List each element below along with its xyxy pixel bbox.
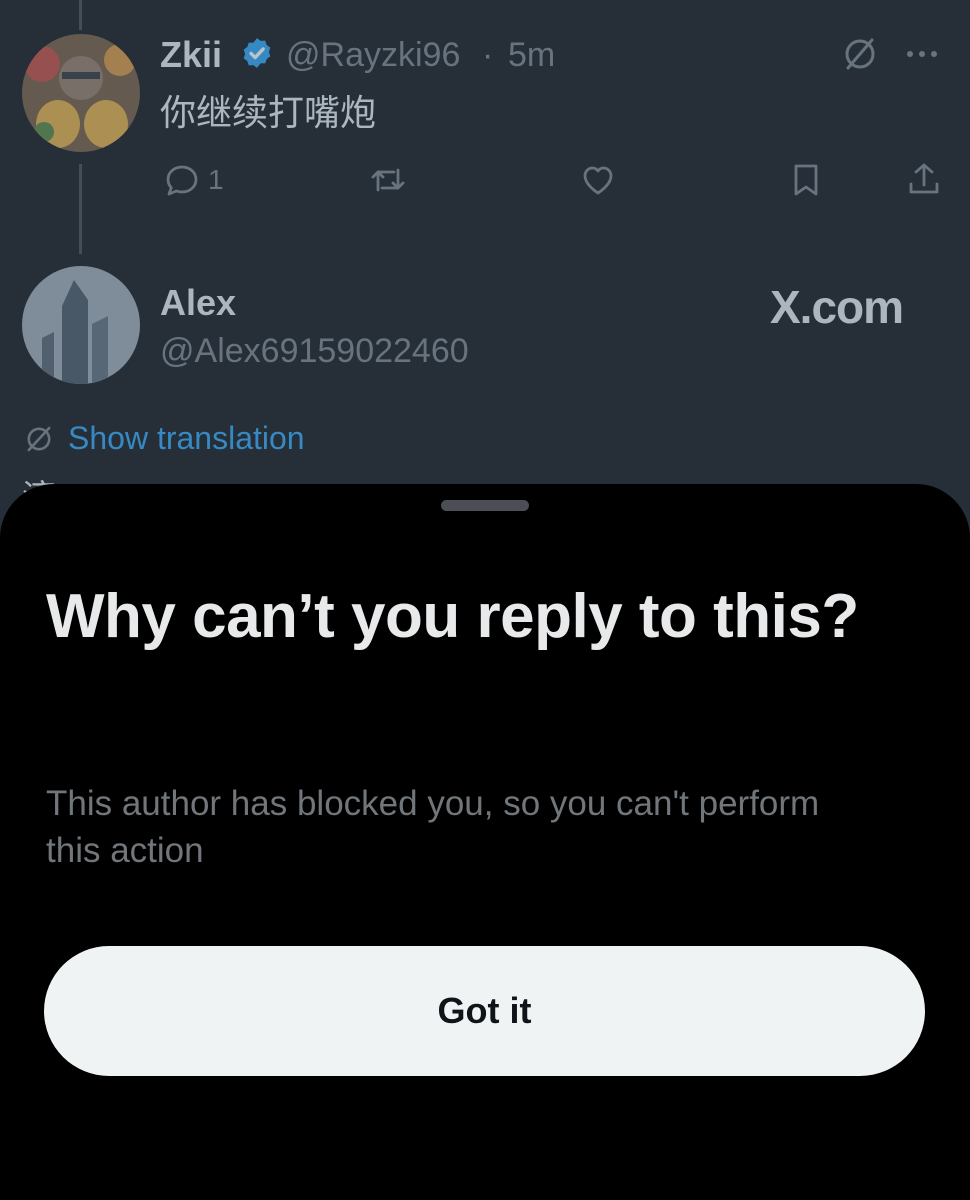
- bottom-sheet: Why can’t you reply to this? This author…: [0, 484, 970, 1200]
- sheet-grabber[interactable]: [441, 500, 529, 511]
- got-it-button[interactable]: Got it: [44, 946, 925, 1076]
- sheet-title: Why can’t you reply to this?: [46, 582, 859, 651]
- sheet-body: This author has blocked you, so you can'…: [46, 784, 820, 870]
